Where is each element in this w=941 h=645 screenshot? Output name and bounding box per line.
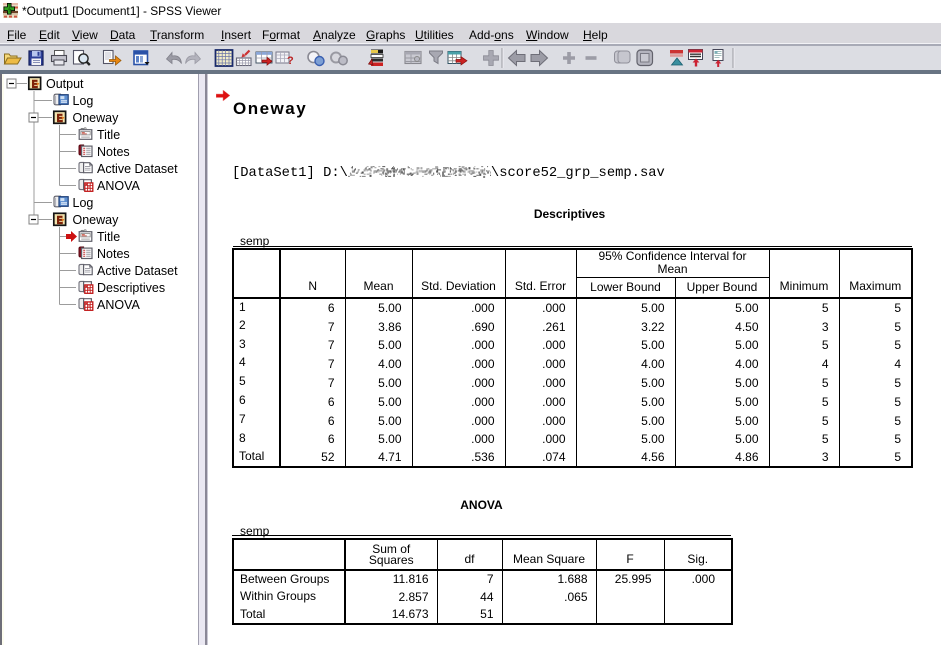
svg-text:Descriptives: Descriptives — [97, 281, 165, 295]
svg-text:Oneway: Oneway — [73, 111, 120, 125]
svg-text:Oneway: Oneway — [73, 213, 120, 227]
svg-text:Active Dataset: Active Dataset — [97, 264, 178, 278]
svg-text:Output: Output — [46, 77, 84, 91]
svg-text:?: ? — [287, 55, 294, 67]
svg-text:Log: Log — [73, 94, 94, 108]
svg-text:Notes: Notes — [97, 247, 130, 261]
svg-text:ANOVA: ANOVA — [97, 298, 140, 312]
svg-text:Title: Title — [97, 230, 120, 244]
svg-text:Log: Log — [73, 196, 94, 210]
svg-text:ANOVA: ANOVA — [97, 179, 140, 193]
svg-text:Notes: Notes — [97, 145, 130, 159]
svg-text:Title: Title — [97, 128, 120, 142]
svg-text:Active Dataset: Active Dataset — [97, 162, 178, 176]
